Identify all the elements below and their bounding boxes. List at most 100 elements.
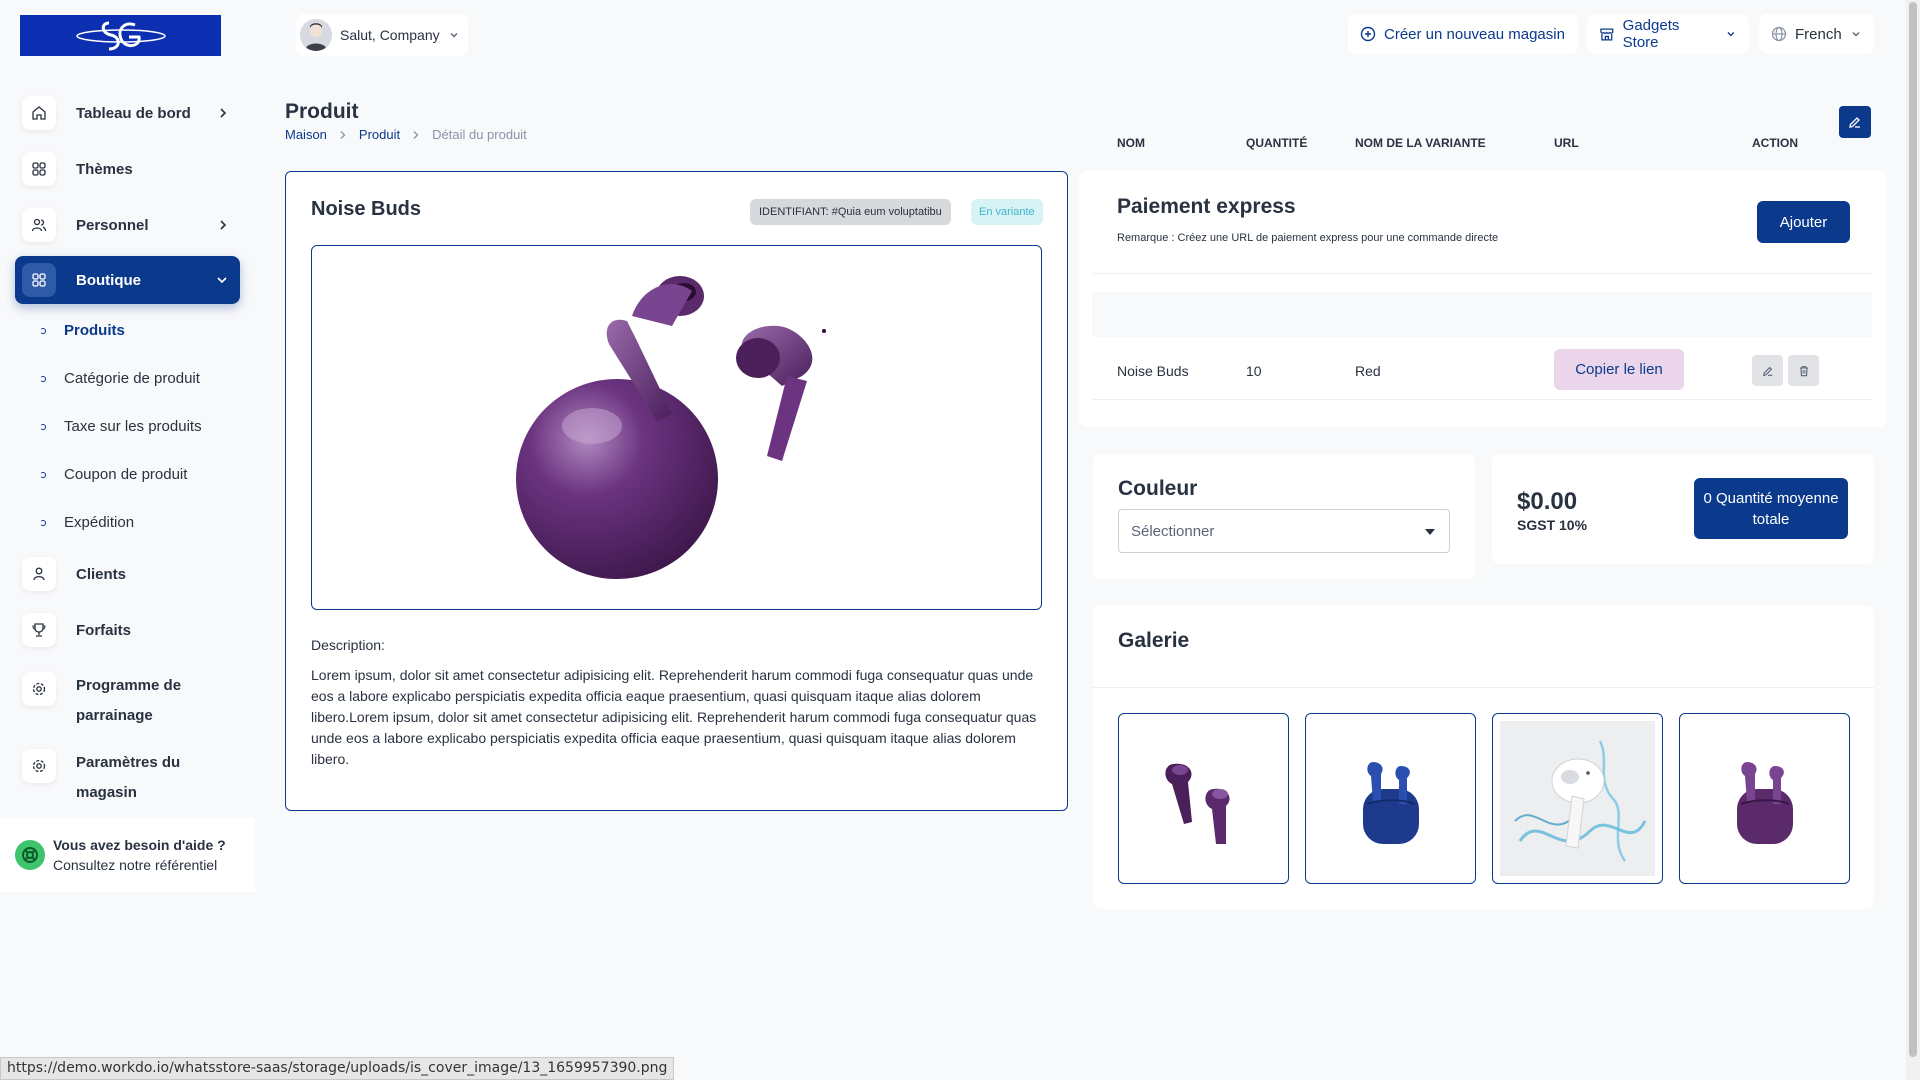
- gallery-image[interactable]: [1492, 713, 1663, 884]
- help-title: Vous avez besoin d'aide ?: [53, 837, 226, 853]
- sidebar-subitem-tax[interactable]: Taxe sur les produits: [40, 418, 202, 435]
- user-greeting: Salut, Company: [340, 27, 440, 43]
- product-id-badge: IDENTIFIANT: #Quia eum voluptatibu: [750, 199, 951, 225]
- scrollbar-thumb[interactable]: [1909, 2, 1917, 1057]
- sidebar: Tableau de bord Thèmes Personnel Boutiqu…: [0, 0, 255, 1080]
- color-select-value: Sélectionner: [1131, 522, 1215, 540]
- column-header-variant: NOM DE LA VARIANTE: [1355, 136, 1486, 150]
- sidebar-subitem-label: Taxe sur les produits: [64, 418, 202, 435]
- store-selector[interactable]: Gadgets Store: [1587, 14, 1749, 54]
- copy-link-button[interactable]: Copier le lien: [1554, 349, 1684, 390]
- sidebar-item-shop[interactable]: Boutique: [15, 256, 240, 304]
- sidebar-item-plans[interactable]: Forfaits: [15, 606, 240, 654]
- description-label: Description:: [311, 637, 385, 653]
- sidebar-subitem-shipping[interactable]: Expédition: [40, 514, 134, 531]
- breadcrumb-home-link[interactable]: Maison: [285, 127, 327, 142]
- delete-row-button[interactable]: [1788, 355, 1819, 386]
- color-select[interactable]: Sélectionner: [1118, 509, 1450, 553]
- gear-icon: [22, 749, 56, 783]
- sidebar-item-themes[interactable]: Thèmes: [15, 145, 240, 193]
- price-tax: SGST 10%: [1517, 517, 1588, 533]
- caret-down-icon: [1425, 529, 1435, 535]
- product-name: Noise Buds: [311, 198, 422, 220]
- total-quantity-label: 0 Quantité moyenne totale: [1703, 489, 1839, 528]
- sidebar-item-label: Forfaits: [76, 621, 132, 639]
- help-box[interactable]: Vous avez besoin d'aide ? Consultez notr…: [0, 818, 255, 892]
- page-title: Produit: [285, 100, 359, 123]
- sidebar-item-dashboard[interactable]: Tableau de bord: [15, 89, 240, 137]
- sidebar-item-label: Personnel: [76, 216, 149, 234]
- table-header: [1092, 292, 1872, 337]
- column-header-action: ACTION: [1752, 136, 1798, 150]
- bullet-icon: [40, 375, 46, 382]
- edit-row-button[interactable]: [1752, 355, 1783, 386]
- language-label: French: [1795, 25, 1842, 43]
- column-header-url: URL: [1554, 136, 1579, 150]
- sidebar-subitem-label: Catégorie de produit: [64, 370, 200, 387]
- sidebar-item-label: Tableau de bord: [76, 104, 191, 122]
- user-menu[interactable]: Salut, Company: [296, 14, 468, 56]
- globe-icon: [1771, 26, 1787, 42]
- description-text: Lorem ipsum, dolor sit amet consectetur …: [311, 667, 1037, 767]
- sidebar-subitem-label: Expédition: [64, 514, 135, 531]
- avatar: [300, 19, 332, 51]
- sidebar-item-staff[interactable]: Personnel: [15, 201, 240, 249]
- row-variant: Red: [1355, 363, 1381, 379]
- chevron-right-icon: [220, 220, 227, 230]
- product-card: Noise Buds IDENTIFIANT: #Quia eum volupt…: [285, 171, 1068, 811]
- chevron-down-icon: [1852, 32, 1860, 37]
- help-link[interactable]: Consultez notre référentiel: [53, 857, 226, 873]
- vertical-scrollbar[interactable]: [1906, 0, 1920, 1080]
- gallery-image[interactable]: [1679, 713, 1850, 884]
- divider: [1092, 273, 1872, 274]
- bullet-icon: [40, 519, 46, 526]
- lifebuoy-icon: [15, 840, 45, 870]
- store-label: Gadgets Store: [1622, 17, 1680, 51]
- gallery-image[interactable]: [1118, 713, 1289, 884]
- divider: [1092, 399, 1872, 400]
- edit-product-button[interactable]: [1839, 106, 1871, 138]
- row-name: Noise Buds: [1117, 363, 1189, 379]
- bullet-icon: [40, 327, 46, 334]
- chevron-right-icon: [340, 130, 346, 139]
- express-title: Paiement express: [1117, 195, 1296, 218]
- users-icon: [22, 208, 56, 242]
- plus-circle-icon: [1360, 26, 1376, 42]
- trophy-icon: [22, 613, 56, 647]
- gallery-image[interactable]: [1305, 713, 1476, 884]
- brand-logo[interactable]: [20, 15, 221, 56]
- add-button[interactable]: Ajouter: [1757, 201, 1850, 243]
- sidebar-subitem-products[interactable]: Produits: [40, 322, 125, 339]
- color-card: Couleur Sélectionner: [1093, 454, 1475, 579]
- store-icon: [1600, 28, 1614, 41]
- user-icon: [22, 557, 56, 591]
- bullet-icon: [40, 423, 46, 430]
- price-card: $0.00 SGST 10% 0 Quantité moyenne totale: [1492, 454, 1874, 564]
- variant-badge: En variante: [971, 199, 1043, 225]
- sidebar-subitem-category[interactable]: Catégorie de produit: [40, 370, 200, 387]
- edit-icon: [1762, 366, 1772, 376]
- sidebar-subitem-label: Coupon de produit: [64, 466, 188, 483]
- price-value: $0.00: [1517, 488, 1578, 515]
- row-quantity: 10: [1246, 363, 1262, 379]
- breadcrumb-product-link[interactable]: Produit: [359, 127, 400, 142]
- color-title: Couleur: [1118, 477, 1198, 500]
- sidebar-subitem-coupon[interactable]: Coupon de produit: [40, 466, 187, 483]
- sidebar-item-referral[interactable]: Programme de parrainage: [15, 665, 240, 725]
- chevron-down-icon: [217, 277, 227, 284]
- language-selector[interactable]: French: [1759, 14, 1874, 54]
- white-earbud-splash-image: [1500, 721, 1655, 876]
- product-image: [311, 245, 1042, 610]
- sidebar-item-label: Paramètres du magasin: [76, 754, 181, 801]
- chevron-right-icon: [220, 108, 227, 118]
- total-quantity-button[interactable]: 0 Quantité moyenne totale: [1694, 478, 1848, 539]
- create-store-button[interactable]: Créer un nouveau magasin: [1348, 14, 1578, 54]
- breadcrumb-current: Détail du produit: [432, 127, 527, 142]
- blue-earbuds-image: [1362, 761, 1419, 844]
- sidebar-item-store-settings[interactable]: Paramètres du magasin: [15, 742, 240, 802]
- divider: [1093, 687, 1874, 688]
- purple-earbuds-image: [1164, 763, 1230, 844]
- status-bar-url: https://demo.workdo.io/whatsstore-saas/s…: [0, 1057, 675, 1080]
- logo-icon: [75, 21, 166, 50]
- sidebar-item-customers[interactable]: Clients: [15, 550, 240, 598]
